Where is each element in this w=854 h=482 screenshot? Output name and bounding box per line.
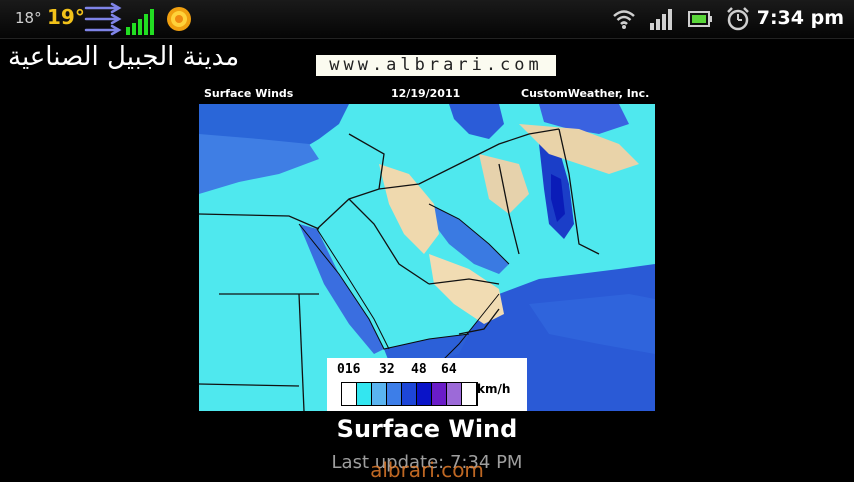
legend-tick: 32 [379,362,395,377]
legend-unit: km/h [477,382,511,396]
weather-map[interactable]: Surface Winds 12/19/2011 CustomWeather, … [199,82,655,411]
wind-speed-legend: 016 32 48 64 km/h [327,358,527,411]
map-label-date: 12/19/2011 [391,87,461,100]
legend-tick: 64 [441,362,457,377]
legend-swatch [462,383,477,405]
legend-swatch [432,383,447,405]
legend-swatch [372,383,387,405]
legend-swatch [342,383,357,405]
sun-icon [167,7,191,31]
map-label-left: Surface Winds [204,87,294,100]
wind-arrows-icon [84,2,122,36]
status-bar: 18° 19° 7:34 pm [0,0,854,39]
legend-tick: 48 [411,362,427,377]
watermark: albrari.com [370,458,484,482]
legend-swatch [447,383,462,405]
legend-swatch [357,383,372,405]
map-label-right: CustomWeather, Inc. [521,87,650,100]
city-name: مدينة الجبيل الصناعية [8,42,240,72]
legend-tick: 016 [337,362,361,377]
alarm-clock-icon [727,7,749,31]
map-header: Surface Winds 12/19/2011 CustomWeather, … [199,82,655,104]
legend-swatch [417,383,432,405]
temperature-low: 18° [15,9,42,27]
battery-icon [688,11,712,27]
legend-swatch [402,383,417,405]
clock: 7:34 pm [756,7,844,29]
wifi-icon [613,10,635,29]
legend-swatch [387,383,402,405]
temperature-high: 19° [47,5,85,29]
page-title: Surface Wind [336,415,518,443]
cell-signal-icon [650,9,672,30]
legend-color-bar [341,382,478,406]
signal-bars-icon [126,9,154,35]
site-banner[interactable]: www.albrari.com [316,55,556,76]
